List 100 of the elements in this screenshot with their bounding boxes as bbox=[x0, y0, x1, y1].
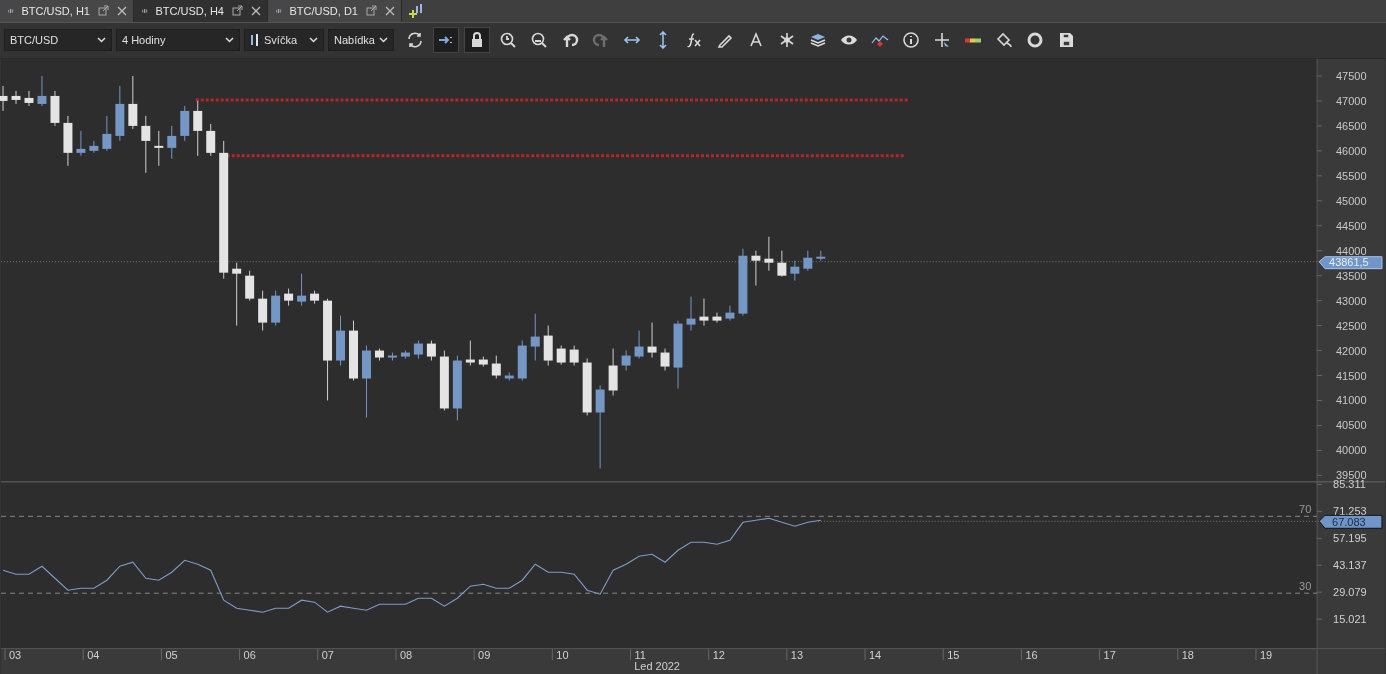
candle bbox=[764, 236, 774, 272]
price-axis-label: 40000 bbox=[1336, 444, 1367, 457]
candle bbox=[37, 75, 47, 107]
price-axis-label: 47000 bbox=[1336, 94, 1367, 107]
date-axis-label: 17 bbox=[1103, 649, 1116, 661]
candle bbox=[543, 325, 553, 366]
candle bbox=[310, 290, 320, 305]
candle bbox=[465, 340, 475, 366]
candle bbox=[63, 115, 73, 167]
date-axis-label: 11 bbox=[634, 649, 646, 661]
price-axis-label: 43500 bbox=[1336, 269, 1367, 282]
date-axis-label: 12 bbox=[712, 649, 725, 661]
candle bbox=[426, 340, 436, 361]
tab-label: BTC/USD, D1 bbox=[289, 5, 358, 17]
date-axis-label: 10 bbox=[556, 649, 569, 661]
candle bbox=[258, 290, 268, 331]
dropdown[interactable]: 4 Hodiny bbox=[116, 29, 240, 52]
candle bbox=[439, 350, 449, 411]
date-axis-label: 06 bbox=[243, 649, 256, 661]
rsi-axis-label: 43.137 bbox=[1333, 559, 1367, 572]
candle bbox=[478, 356, 488, 367]
popout-icon[interactable] bbox=[232, 5, 243, 17]
refresh-icon bbox=[406, 31, 424, 50]
candle bbox=[297, 273, 307, 307]
chart-tab[interactable]: BTC/USD, H1 bbox=[0, 0, 134, 22]
candle bbox=[725, 305, 735, 322]
candle bbox=[608, 348, 618, 396]
candle bbox=[167, 125, 177, 160]
candle bbox=[336, 315, 345, 366]
candles-icon bbox=[250, 33, 260, 48]
fx-icon bbox=[685, 31, 703, 50]
lock-tool-button[interactable] bbox=[464, 27, 490, 54]
date-axis-label: 05 bbox=[165, 649, 178, 661]
candle bbox=[686, 296, 696, 331]
popout-icon[interactable] bbox=[366, 5, 377, 17]
price-axis-label: 42000 bbox=[1336, 344, 1367, 357]
candle bbox=[673, 320, 683, 389]
caret-icon bbox=[97, 37, 106, 44]
candle bbox=[777, 250, 787, 278]
candle bbox=[738, 248, 748, 317]
caret-icon bbox=[225, 37, 234, 44]
candle bbox=[712, 312, 722, 324]
candle bbox=[647, 322, 657, 358]
bucket-icon bbox=[995, 31, 1013, 50]
candle bbox=[751, 250, 761, 287]
price-axis-label: 47500 bbox=[1336, 69, 1367, 82]
candle bbox=[76, 130, 86, 157]
candle bbox=[400, 350, 410, 359]
candle bbox=[699, 298, 709, 326]
candle bbox=[530, 313, 540, 361]
price-axis-label: 45500 bbox=[1336, 169, 1367, 182]
zoom-in-icon bbox=[499, 31, 517, 50]
candle bbox=[349, 320, 358, 381]
candle bbox=[24, 90, 34, 107]
redo-icon bbox=[592, 31, 610, 50]
tab-label: BTC/USD, H4 bbox=[155, 5, 224, 17]
price-axis-label: 46500 bbox=[1336, 119, 1367, 132]
candle bbox=[11, 90, 21, 105]
price-axis-label: 42500 bbox=[1336, 319, 1367, 332]
close-icon[interactable] bbox=[385, 6, 395, 16]
chart-tab[interactable]: BTC/USD, H4 bbox=[134, 0, 268, 22]
close-icon[interactable] bbox=[251, 6, 261, 16]
candle bbox=[387, 352, 397, 361]
colors-icon bbox=[964, 37, 982, 43]
price-axis-label: 44500 bbox=[1336, 219, 1367, 232]
candle bbox=[556, 345, 566, 365]
tab-label: BTC/USD, H1 bbox=[21, 5, 90, 17]
candle bbox=[621, 350, 631, 371]
candle bbox=[154, 130, 164, 167]
current-rsi-tag: 67.083 bbox=[1318, 514, 1383, 529]
layers-icon bbox=[809, 31, 827, 50]
date-axis-label: 16 bbox=[1025, 649, 1038, 661]
rsi-level-label: 30 bbox=[1299, 580, 1312, 593]
dropdown[interactable]: BTC/USD bbox=[4, 29, 112, 52]
date-axis-label: 13 bbox=[790, 649, 804, 661]
date-axis-label: 09 bbox=[478, 649, 491, 661]
nodes-icon bbox=[778, 31, 796, 50]
rsi-axis-label: 15.021 bbox=[1333, 613, 1367, 626]
popout-icon[interactable] bbox=[98, 5, 109, 17]
dropdown[interactable]: Nabídka bbox=[328, 29, 394, 52]
zoom-out-icon bbox=[530, 31, 548, 50]
add-chart-icon[interactable] bbox=[408, 3, 424, 19]
candle bbox=[206, 123, 216, 157]
chart-tab[interactable]: BTC/USD, D1 bbox=[268, 0, 402, 22]
candle bbox=[193, 100, 203, 157]
dropdown[interactable]: Svíčka bbox=[244, 29, 324, 52]
price-axis-label: 40500 bbox=[1336, 419, 1367, 432]
month-label: Led 2022 bbox=[634, 660, 680, 672]
close-icon[interactable] bbox=[117, 6, 127, 16]
autoscroll-tool-button[interactable] bbox=[433, 27, 459, 54]
candle bbox=[504, 371, 514, 381]
caret-icon bbox=[309, 37, 318, 44]
candle bbox=[128, 75, 138, 130]
candle bbox=[89, 140, 99, 154]
save-icon bbox=[1057, 31, 1075, 50]
date-axis-label: 04 bbox=[87, 649, 100, 661]
candle bbox=[102, 115, 112, 152]
date-axis-label: 15 bbox=[947, 649, 960, 661]
rsi-axis-label: 57.195 bbox=[1333, 532, 1367, 545]
candle bbox=[517, 340, 527, 381]
